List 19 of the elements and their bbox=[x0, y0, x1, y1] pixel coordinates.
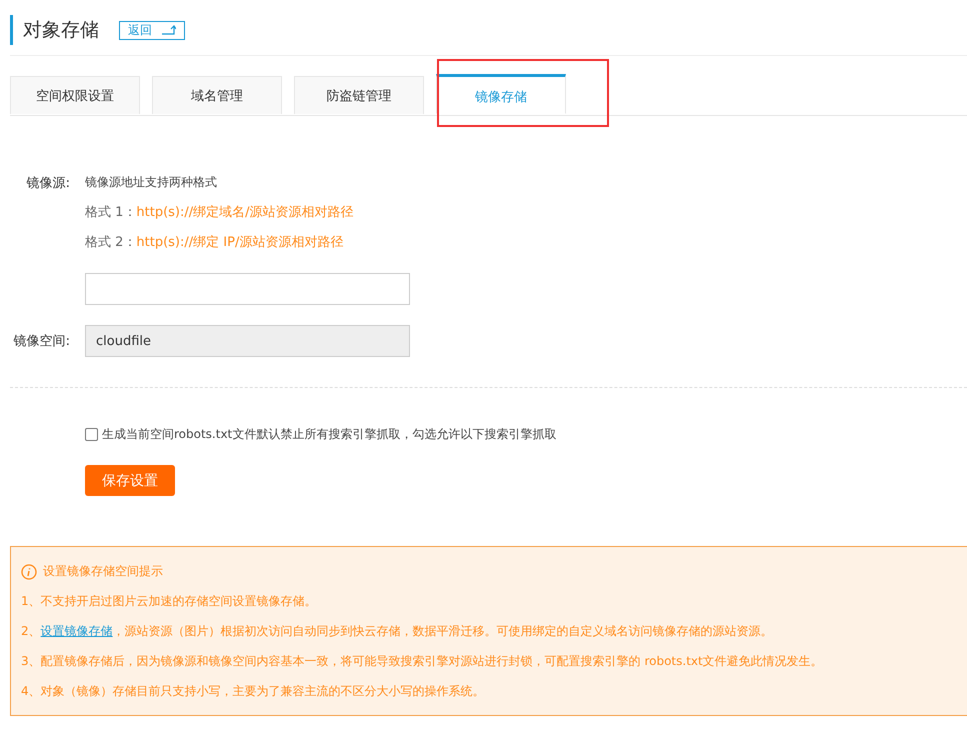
input-field[interactable] bbox=[85, 273, 410, 305]
field-label: 镜像源: bbox=[26, 175, 71, 193]
tab[interactable]: 防盗链管理 bbox=[294, 76, 424, 114]
notice-item: 4、对象（镜像）存储目前只支持小写，主要为了兼容主流的不区分大小写的操作系统。 bbox=[21, 683, 486, 700]
notice-item: 3、配置镜像存储后，因为镜像源和镜像空间内容基本一致，将可能导致搜索引擎对源站进行封锁，可配置搜索引擎的 robots.txt文件避免此情况发生。 bbox=[21, 653, 824, 670]
format-text: 格式 2：http(s)://绑定 IP/源站资源相对路径 bbox=[85, 234, 344, 251]
checkbox-label: 生成当前空间robots.txt文件默认禁止所有搜索引擎抓取，勾选允许以下搜索引擎抓取 bbox=[102, 426, 556, 443]
hint-text: 镜像源地址支持两种格式 bbox=[85, 174, 218, 191]
notice-item: 2、设置镜像存储，源站资源（图片）根据初次访问自动同步到快云存储，数据平滑迁移。可使用绑定的自定义域名访问镜像存储的源站资源。 bbox=[21, 623, 774, 640]
tab[interactable]: 空间权限设置 bbox=[10, 76, 140, 114]
page-title: 对象存储 bbox=[10, 15, 99, 45]
notice-title: 设置镜像存储空间提示 bbox=[43, 563, 163, 580]
info-icon bbox=[21, 564, 37, 580]
notice-item: 1、不支持开启过图片云加速的存储空间设置镜像存储。 bbox=[21, 593, 318, 610]
tab[interactable]: 域名管理 bbox=[152, 76, 282, 114]
return-arrow-icon bbox=[162, 25, 176, 35]
checkbox[interactable] bbox=[85, 428, 98, 441]
field-label: 镜像空间: bbox=[12, 333, 71, 350]
format-text: 格式 1：http(s)://绑定域名/源站资源相对路径 bbox=[85, 204, 355, 221]
